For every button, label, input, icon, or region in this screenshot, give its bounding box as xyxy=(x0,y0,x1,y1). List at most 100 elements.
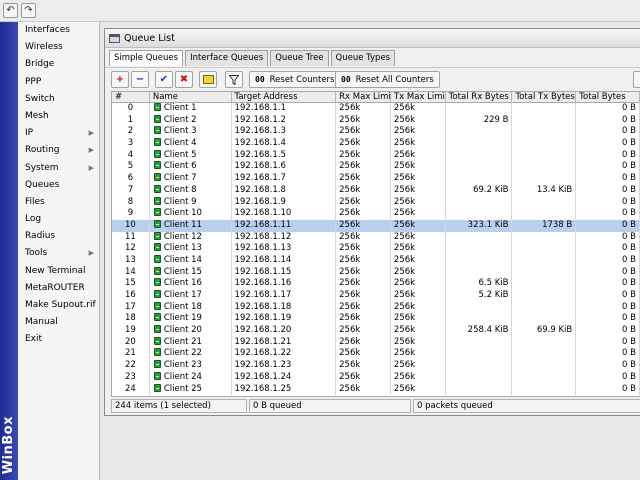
table-row[interactable]: 10 Client 11 192.168.1.11 256k 256k 323.1 KiB… xyxy=(112,219,640,232)
menu-item-metarouter[interactable]: MetaROUTER xyxy=(18,280,99,297)
menu-item-log[interactable]: Log xyxy=(18,211,99,228)
cell-target: 192.168.1.8 xyxy=(232,184,337,197)
menu-item-routing[interactable]: Routing ▶ xyxy=(18,142,99,159)
cell-name: Client 19 xyxy=(150,313,232,326)
table-row[interactable]: 6 Client 7 192.168.1.7 256k 256k 0 B xyxy=(112,173,640,185)
table-row[interactable]: 15 Client 16 192.168.1.16 256k 256k 6.5 KiB 0 … xyxy=(112,278,640,290)
menu-item-tools[interactable]: Tools ▶ xyxy=(18,245,99,262)
menu-item-interfaces[interactable]: Interfaces xyxy=(18,22,99,39)
table-row[interactable]: 17 Client 18 192.168.1.18 256k 256k 0 B xyxy=(112,301,640,314)
cell-id: 4 xyxy=(112,149,150,162)
queue-list-window: Queue List Simple Queues Interface Queues… xyxy=(104,28,640,416)
redo-button[interactable]: ↷ xyxy=(21,3,36,18)
table-row[interactable]: 19 Client 20 192.168.1.20 256k 256k 258.4 KiB… xyxy=(112,325,640,337)
cell-text: 256k xyxy=(339,173,361,184)
column-header[interactable]: Rx Max Limit xyxy=(336,92,391,103)
menu-item-mesh[interactable]: Mesh xyxy=(18,108,99,125)
table-row[interactable]: 21 Client 22 192.168.1.22 256k 256k 0 B xyxy=(112,348,640,361)
cell-text: 256k xyxy=(393,243,416,254)
menu-item-label: System xyxy=(25,162,59,173)
cell-tx-bytes xyxy=(512,383,577,396)
plus-icon: + xyxy=(115,74,125,85)
cell-name: Client 2 xyxy=(150,114,232,127)
cell-total: 0 B xyxy=(576,103,640,115)
table-row[interactable]: 22 Client 23 192.168.1.23 256k 256k 0 B xyxy=(112,360,640,372)
tab-queue-types[interactable]: Queue Types xyxy=(330,50,396,66)
cell-text: 192.168.1.1 xyxy=(234,103,286,113)
filter-button[interactable] xyxy=(225,71,243,88)
table-row[interactable]: 1 Client 2 192.168.1.2 256k 256k 229 B 0 B xyxy=(112,114,640,127)
cell-name: Client 21 xyxy=(150,336,232,349)
table-row[interactable]: 16 Client 17 192.168.1.17 256k 256k 5.2 KiB 0 … xyxy=(112,290,640,302)
cell-id: 5 xyxy=(112,161,150,174)
menu-item-switch[interactable]: Switch xyxy=(18,91,99,108)
window-titlebar[interactable]: Queue List xyxy=(105,29,640,48)
table-row[interactable]: 18 Client 19 192.168.1.19 256k 256k 0 B xyxy=(112,313,640,326)
cell-rx-bytes xyxy=(446,348,513,361)
column-header[interactable]: Target Address xyxy=(232,92,337,103)
table-row[interactable]: 7 Client 8 192.168.1.8 256k 256k 69.2 KiB 13.4… xyxy=(112,184,640,197)
table-row[interactable]: 3 Client 4 192.168.1.4 256k 256k 0 B xyxy=(112,138,640,150)
column-header[interactable]: # xyxy=(112,92,150,103)
menu-item-label: New Terminal xyxy=(25,265,86,276)
disable-button[interactable]: ✖ xyxy=(175,71,193,88)
reset-all-counters-button[interactable]: 00 Reset All Counters xyxy=(335,71,440,88)
table-row[interactable]: 2 Client 3 192.168.1.3 256k 256k 0 B xyxy=(112,126,640,139)
menu-item-files[interactable]: Files xyxy=(18,194,99,211)
cell-total: 0 B xyxy=(576,114,640,127)
table-row[interactable]: 9 Client 10 192.168.1.10 256k 256k 0 B xyxy=(112,208,640,220)
menu-item-label: Queues xyxy=(25,179,60,190)
menu-item-bridge[interactable]: Bridge xyxy=(18,56,99,73)
menu-item-radius[interactable]: Radius xyxy=(18,228,99,245)
find-field-edge[interactable] xyxy=(633,71,640,88)
cell-text: 0 B xyxy=(622,383,636,394)
cell-text: 256k xyxy=(339,254,361,265)
menu-item-system[interactable]: System ▶ xyxy=(18,160,99,177)
cell-target: 192.168.1.20 xyxy=(232,325,337,337)
tab-simple-queues[interactable]: Simple Queues xyxy=(109,50,184,66)
submenu-arrow-icon: ▶ xyxy=(88,163,94,172)
menu-item-wireless[interactable]: Wireless xyxy=(18,39,99,56)
menu-item-ppp[interactable]: PPP xyxy=(18,74,99,91)
cell-text: 256k xyxy=(339,243,361,254)
menu-item-manual[interactable]: Manual xyxy=(18,314,99,331)
menu-item-new-terminal[interactable]: New Terminal xyxy=(18,263,99,280)
cell-id: 21 xyxy=(112,348,150,361)
tab-interface-queues[interactable]: Interface Queues xyxy=(185,50,269,66)
table-row[interactable]: 0 Client 1 192.168.1.1 256k 256k 0 B xyxy=(112,103,640,115)
table-row[interactable]: 5 Client 6 192.168.1.6 256k 256k 0 B xyxy=(112,161,640,174)
table-row[interactable]: 24 Client 25 192.168.1.25 256k 256k 0 B xyxy=(112,383,640,396)
cell-total: 0 B xyxy=(576,325,640,337)
column-header[interactable]: Name xyxy=(150,92,232,103)
table-row[interactable]: 4 Client 5 192.168.1.5 256k 256k 0 B xyxy=(112,149,640,162)
queue-icon xyxy=(153,161,161,170)
reset-counters-button[interactable]: 00 Reset Counters xyxy=(249,71,341,88)
table-row[interactable]: 13 Client 14 192.168.1.14 256k 256k 0 B xyxy=(112,254,640,267)
table-row[interactable]: 11 Client 12 192.168.1.12 256k 256k 0 B xyxy=(112,231,640,244)
remove-button[interactable]: − xyxy=(131,71,149,88)
table-row[interactable]: 12 Client 13 192.168.1.13 256k 256k 0 B xyxy=(112,243,640,255)
cell-target: 192.168.1.19 xyxy=(232,313,337,326)
column-header[interactable]: Total Bytes xyxy=(576,92,640,103)
menu-item-queues[interactable]: Queues xyxy=(18,177,99,194)
column-header[interactable]: Tx Max Limit xyxy=(391,92,446,103)
table-row[interactable]: 23 Client 24 192.168.1.24 256k 256k 0 B xyxy=(112,371,640,384)
cell-id: 19 xyxy=(112,325,150,337)
undo-button[interactable]: ↶ xyxy=(3,3,18,18)
cell-text: 3 xyxy=(127,138,134,149)
comment-button[interactable] xyxy=(199,71,217,88)
enable-button[interactable]: ✔ xyxy=(155,71,173,88)
menu-item-label: Log xyxy=(25,214,42,225)
add-button[interactable]: + xyxy=(111,71,129,88)
table-row[interactable]: 8 Client 9 192.168.1.9 256k 256k 0 B xyxy=(112,196,640,209)
menu-item-exit[interactable]: Exit xyxy=(18,331,99,348)
cell-text: 256k xyxy=(339,208,361,219)
tab-queue-tree[interactable]: Queue Tree xyxy=(270,50,329,66)
menu-item-make-supout-rif[interactable]: Make Supout.rif xyxy=(18,297,99,314)
column-header[interactable]: Total Rx Bytes xyxy=(446,92,513,103)
menu-item-ip[interactable]: IP ▶ xyxy=(18,125,99,142)
table-row[interactable]: 14 Client 15 192.168.1.15 256k 256k 0 B xyxy=(112,266,640,279)
table-row[interactable]: 20 Client 21 192.168.1.21 256k 256k 0 B xyxy=(112,336,640,349)
cell-text: 192.168.1.5 xyxy=(234,149,286,160)
column-header[interactable]: Total Tx Bytes xyxy=(512,92,577,103)
